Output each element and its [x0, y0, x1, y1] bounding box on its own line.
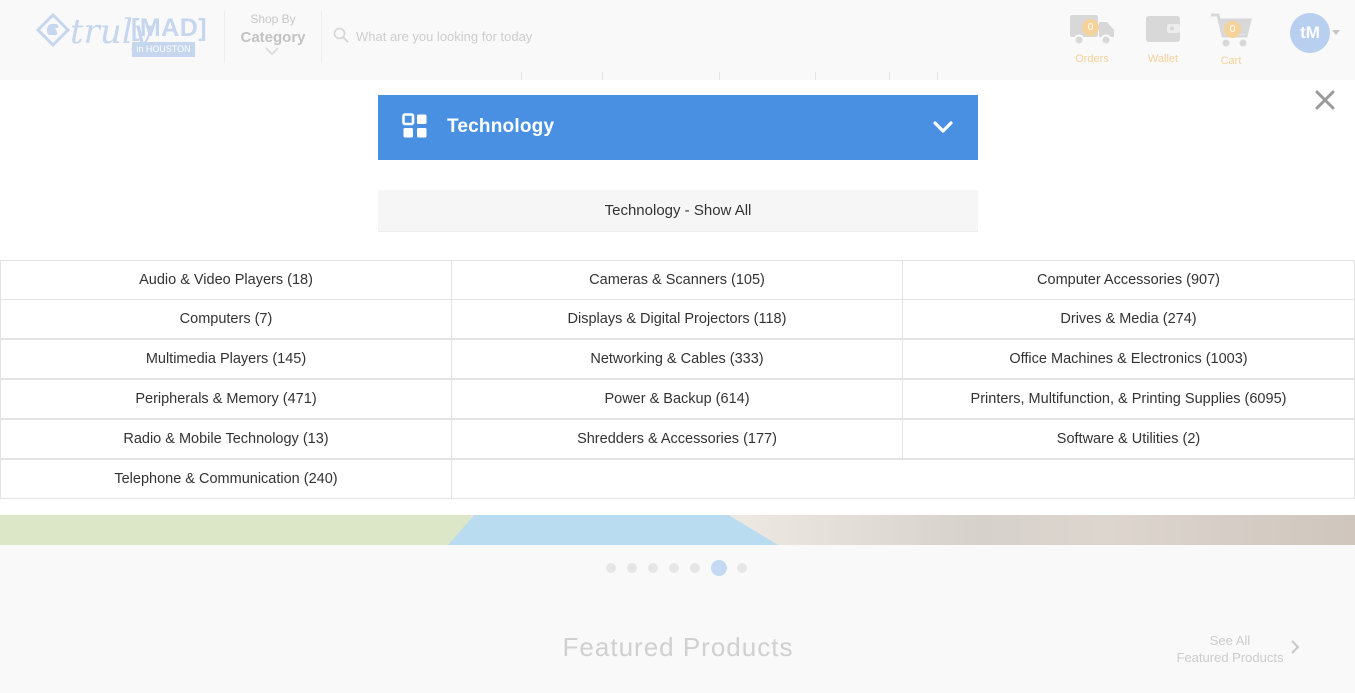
wallet-icon	[1146, 16, 1180, 42]
see-all-line2: Featured Products	[1176, 650, 1284, 665]
see-all-featured-link[interactable]: See All Featured Products	[1160, 632, 1300, 666]
close-icon[interactable]	[1313, 88, 1337, 112]
show-all-technology-link[interactable]: Technology - Show All	[378, 190, 978, 232]
chevron-down-icon[interactable]	[932, 120, 954, 134]
shop-by-category-button[interactable]: Shop By Category	[224, 11, 322, 63]
subcategory-item[interactable]: Drives & Media (274)	[902, 299, 1355, 339]
site-logo[interactable]: truly [MAD] in HOUSTON	[34, 10, 207, 62]
cart-label: Cart	[1220, 55, 1242, 67]
subcategory-item[interactable]: Shredders & Accessories (177)	[451, 419, 903, 459]
category-label: Category	[240, 29, 306, 46]
carousel-dot[interactable]	[627, 563, 637, 573]
search-icon	[333, 27, 349, 43]
category-select-label: Technology	[447, 116, 555, 137]
featured-products-title: Featured Products	[562, 632, 794, 662]
carousel-dot[interactable]	[648, 563, 658, 573]
orders-count-badge: 0	[1082, 19, 1099, 36]
subcategory-item[interactable]: Networking & Cables (333)	[451, 339, 903, 379]
carousel-dot[interactable]	[669, 563, 679, 573]
carousel-dot-active[interactable]	[711, 560, 727, 576]
orders-label: Orders	[1075, 53, 1109, 65]
subcategory-item[interactable]: Power & Backup (614)	[451, 379, 903, 419]
avatar-caret-icon[interactable]	[1332, 30, 1340, 35]
carousel-dot[interactable]	[737, 563, 747, 573]
wallet-button[interactable]: Wallet	[1133, 12, 1193, 65]
subcategory-row: Multimedia Players (145) Networking & Ca…	[0, 339, 1355, 379]
subcategory-grid: Audio & Video Players (18) Cameras & Sca…	[0, 260, 1355, 500]
shop-by-label: Shop By	[250, 12, 296, 26]
subcategory-item[interactable]: Telephone & Communication (240)	[0, 459, 452, 499]
see-all-line1: See All	[1209, 633, 1251, 648]
subcategory-item[interactable]: Printers, Multifunction, & Printing Supp…	[902, 379, 1355, 419]
subcategory-item[interactable]: Computers (7)	[0, 299, 452, 339]
subcategory-row: Peripherals & Memory (471) Power & Backu…	[0, 379, 1355, 419]
subcategory-item[interactable]: Software & Utilities (2)	[902, 419, 1355, 459]
subcategory-row: Audio & Video Players (18) Cameras & Sca…	[0, 260, 1355, 300]
chevron-right-icon[interactable]	[1290, 640, 1300, 654]
carousel-dot[interactable]	[606, 563, 616, 573]
subcategory-item[interactable]: Multimedia Players (145)	[0, 339, 452, 379]
subcategory-item[interactable]: Displays & Digital Projectors (118)	[451, 299, 903, 339]
subcategory-row: Computers (7) Displays & Digital Project…	[0, 299, 1355, 339]
subcategory-row: Radio & Mobile Technology (13) Shredders…	[0, 419, 1355, 459]
grid-icon	[402, 113, 427, 138]
hero-banner[interactable]	[0, 515, 1355, 545]
wallet-label: Wallet	[1147, 53, 1179, 65]
subcategory-item[interactable]: Peripherals & Memory (471)	[0, 379, 452, 419]
subcategory-item[interactable]: Audio & Video Players (18)	[0, 260, 452, 300]
chevron-down-icon	[265, 47, 279, 56]
cart-count-badge: 0	[1224, 21, 1241, 38]
subcategory-item[interactable]: Cameras & Scanners (105)	[451, 260, 903, 300]
logo-brand-text: [MAD]	[131, 14, 208, 42]
subcategory-item[interactable]: Office Machines & Electronics (1003)	[902, 339, 1355, 379]
orders-button[interactable]: 0 Orders	[1062, 12, 1122, 65]
site-header: truly [MAD] in HOUSTON Shop By Category …	[0, 0, 1355, 80]
search-input[interactable]	[356, 24, 876, 48]
subcategory-item[interactable]: Computer Accessories (907)	[902, 260, 1355, 300]
subcategory-item[interactable]: Radio & Mobile Technology (13)	[0, 419, 452, 459]
cart-button[interactable]: 0 Cart	[1201, 12, 1261, 67]
nav-bar	[0, 72, 1355, 80]
logo-hand-icon	[36, 13, 70, 47]
logo-city-tag: in HOUSTON	[132, 42, 195, 57]
carousel-dot[interactable]	[690, 563, 700, 573]
subcategory-row: Telephone & Communication (240)	[0, 459, 1355, 499]
user-avatar[interactable]: tM	[1290, 13, 1330, 53]
empty-cell	[451, 459, 1355, 499]
